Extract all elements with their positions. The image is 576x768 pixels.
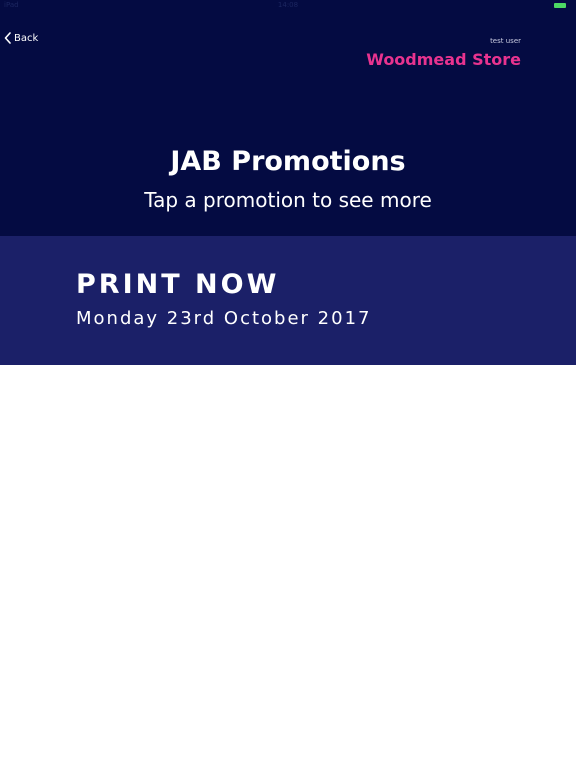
page-title: JAB Promotions bbox=[170, 146, 406, 177]
page-subtitle: Tap a promotion to see more bbox=[144, 188, 432, 212]
user-label: test user bbox=[490, 37, 521, 45]
back-button[interactable]: Back bbox=[4, 30, 38, 46]
header: iPad 14:08 Back test user Woodmead Store… bbox=[0, 0, 576, 236]
back-label: Back bbox=[14, 32, 39, 44]
store-name: Woodmead Store bbox=[366, 50, 521, 69]
app-screen: iPad 14:08 Back test user Woodmead Store… bbox=[0, 0, 576, 768]
promotion-title: PRINT NOW bbox=[76, 269, 280, 300]
status-time: 14:08 bbox=[277, 1, 299, 9]
battery-icon bbox=[554, 3, 566, 8]
promotion-card[interactable]: PRINT NOW Monday 23rd October 2017 bbox=[0, 236, 576, 365]
chevron-left-icon bbox=[4, 32, 11, 44]
status-bar: iPad 14:08 bbox=[0, 0, 576, 12]
promotion-date: Monday 23rd October 2017 bbox=[76, 308, 372, 329]
